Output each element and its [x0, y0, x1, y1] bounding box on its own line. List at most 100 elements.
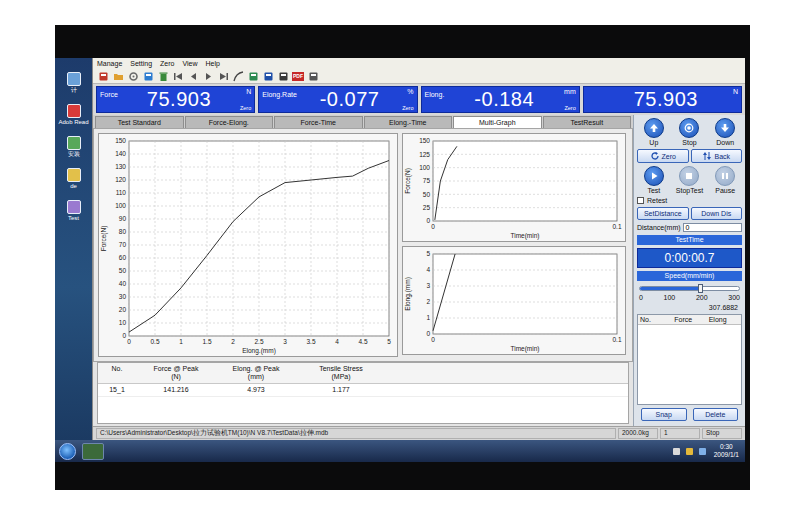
toolbar-button[interactable] — [112, 70, 124, 82]
toolbar-button[interactable] — [97, 70, 109, 82]
tab[interactable]: Elong.-Time — [364, 116, 453, 128]
column-header — [386, 363, 628, 383]
readout: Force75.903NZero — [96, 86, 255, 113]
readout-unit: N — [733, 88, 738, 95]
toolbar-button[interactable] — [172, 70, 184, 82]
clock[interactable]: 0:302009/1/1 — [712, 443, 741, 459]
chart-segment — [337, 176, 353, 177]
menu-item[interactable]: Help — [206, 60, 220, 67]
toolbar-button[interactable] — [142, 70, 154, 82]
taskbar: 0:302009/1/1 — [55, 440, 745, 462]
slider-thumb[interactable] — [698, 284, 703, 293]
chart-segment — [368, 161, 389, 169]
svg-text:50: 50 — [119, 267, 127, 274]
retest-checkbox[interactable]: Retest — [637, 197, 742, 204]
menu-item[interactable]: Setting — [130, 60, 152, 67]
chart-segment — [353, 168, 369, 176]
svg-text:4: 4 — [335, 338, 339, 345]
up-button[interactable] — [644, 118, 664, 138]
zero-button[interactable]: Zero — [637, 149, 689, 163]
open-icon — [113, 71, 124, 82]
desktop-icon[interactable]: Adob Read — [58, 104, 90, 126]
zero-button[interactable]: Zero — [240, 105, 251, 111]
chart-series — [129, 161, 389, 333]
button-label: StopTest — [676, 187, 703, 194]
toolbar-button[interactable] — [127, 70, 139, 82]
delete-icon — [158, 71, 169, 82]
toolbar-button[interactable] — [217, 70, 229, 82]
square-button[interactable] — [679, 166, 699, 186]
distance-input[interactable]: 0 — [683, 223, 742, 232]
toolbar-button[interactable] — [232, 70, 244, 82]
slider-tick: 100 — [664, 294, 676, 301]
toolbar-button[interactable] — [262, 70, 274, 82]
desktop: 计 Adob Read 安装 de Test — [55, 58, 92, 440]
table-row[interactable]: 15_1141.2164.9731.177 — [98, 384, 628, 397]
button-label: Up — [649, 139, 658, 146]
back-icon — [702, 151, 712, 161]
toolbar-button[interactable] — [157, 70, 169, 82]
zero-icon — [650, 151, 660, 161]
field-label: Distance(mm) — [637, 224, 681, 231]
readout-side: N — [733, 88, 738, 111]
test-item: Pause — [715, 166, 735, 194]
x-axis-title: Time(min) — [510, 232, 539, 240]
x-tick: 2.5 — [254, 141, 263, 345]
svg-text:0: 0 — [426, 217, 430, 224]
distance-field: Distance(mm)0 — [637, 223, 742, 232]
taskbar-app[interactable] — [82, 443, 104, 460]
y-tick: 3 — [426, 282, 617, 289]
menu-item[interactable]: View — [183, 60, 198, 67]
tray-icon[interactable] — [699, 448, 706, 455]
zero-button[interactable]: Zero — [564, 105, 575, 111]
toolbar-button[interactable]: PDF — [292, 70, 304, 82]
svg-text:140: 140 — [115, 150, 126, 157]
settings-icon — [128, 71, 139, 82]
desktop-icon[interactable]: 计 — [58, 72, 90, 94]
desktop-icon[interactable]: de — [58, 168, 90, 190]
table-cell — [386, 384, 628, 396]
tab[interactable]: Force-Elong. — [185, 116, 274, 128]
toolbar-button[interactable] — [307, 70, 319, 82]
stop-button[interactable] — [679, 118, 699, 138]
motion-buttons: UpStopDown — [637, 118, 742, 146]
snap-table: No.ForceElong — [637, 314, 742, 405]
x-tick: 1.5 — [202, 141, 211, 345]
desktop-icon[interactable]: Test — [58, 200, 90, 222]
speed-slider[interactable] — [639, 286, 740, 291]
zero-button[interactable]: Zero — [402, 105, 413, 111]
status-cell: 2000.0kg — [618, 428, 658, 439]
distance-button[interactable]: SetDistance — [637, 207, 689, 220]
down-button[interactable] — [715, 118, 735, 138]
tab-bar: Test StandardForce-Elong.Force-TimeElong… — [93, 115, 633, 128]
table-cell: 15_1 — [98, 384, 136, 396]
action-button[interactable]: Snap — [641, 408, 687, 421]
tab[interactable]: Force-Time — [274, 116, 363, 128]
tray-icon[interactable] — [686, 448, 693, 455]
svg-text:4: 4 — [426, 266, 430, 273]
desktop-icon[interactable]: 安装 — [58, 136, 90, 158]
toolbar-button[interactable] — [187, 70, 199, 82]
distance-button[interactable]: Down Dis — [691, 207, 743, 220]
shortcut-icon — [67, 104, 81, 118]
start-button[interactable] — [59, 443, 76, 460]
pause-button[interactable] — [715, 166, 735, 186]
tab[interactable]: Multi-Graph — [453, 116, 542, 128]
menu-item[interactable]: Manage — [97, 60, 122, 67]
back-button[interactable]: Back — [691, 149, 743, 163]
readout-label — [587, 88, 599, 91]
y-tick: 50 — [423, 191, 617, 198]
tab[interactable]: TestResult — [543, 116, 632, 128]
toolbar-button[interactable] — [247, 70, 259, 82]
toolbar-button[interactable] — [277, 70, 289, 82]
action-button[interactable]: Delete — [693, 408, 739, 421]
svg-text:150: 150 — [115, 137, 126, 144]
play-button[interactable] — [644, 166, 664, 186]
tab[interactable]: Test Standard — [95, 116, 184, 128]
y-tick: 20 — [119, 306, 389, 313]
svg-text:40: 40 — [119, 280, 127, 287]
menu-item[interactable]: Zero — [160, 60, 174, 67]
svg-text:80: 80 — [119, 228, 127, 235]
tray-icon[interactable] — [673, 448, 680, 455]
toolbar-button[interactable] — [202, 70, 214, 82]
